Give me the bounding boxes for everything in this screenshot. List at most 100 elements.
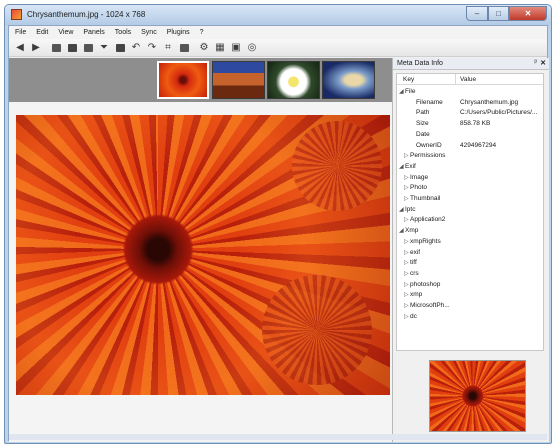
menu-plugins[interactable]: Plugins xyxy=(167,29,190,36)
fullscreen-icon[interactable]: ▣ xyxy=(230,42,242,54)
collapse-arrow-icon[interactable]: ▷ xyxy=(404,301,409,311)
grid-icon[interactable]: ▦ xyxy=(214,42,226,54)
thumbnail-chrysanthemum[interactable] xyxy=(157,61,209,99)
tree-row[interactable]: ▷ Application2 xyxy=(397,215,543,225)
collapse-arrow-icon[interactable]: ▷ xyxy=(404,290,409,300)
tree-key: crs xyxy=(410,269,419,277)
menu-help[interactable]: ? xyxy=(200,29,204,36)
tree-row[interactable]: ▷ dc xyxy=(397,312,543,322)
thumbnail-jellyfish[interactable] xyxy=(322,61,375,99)
meta-data-panel: Meta Data Info ᵖ ✕ Key Value ◢ File Filena… xyxy=(392,58,549,442)
tree-row[interactable]: ▷ Permissions xyxy=(397,151,543,161)
collapse-arrow-icon[interactable]: ▷ xyxy=(404,183,409,193)
image-viewer xyxy=(9,58,392,442)
thumbnail-strip xyxy=(9,58,392,102)
toolbar: ◀ ▶ ⏷ ↶ ↷ ⌗ ⚙ ▦ ▣ ◎ xyxy=(9,39,547,57)
collapse-arrow-icon[interactable]: ▷ xyxy=(404,237,409,247)
minimize-button[interactable]: – xyxy=(466,6,488,21)
image-preview xyxy=(429,360,526,432)
tree-row[interactable]: ▷ exif xyxy=(397,248,543,258)
tree-row[interactable]: ▷ tiff xyxy=(397,258,543,268)
resize-icon[interactable] xyxy=(178,42,190,54)
pin-icon[interactable]: ᵖ xyxy=(534,59,537,66)
tree-key: xmp xyxy=(410,291,423,299)
save-icon[interactable] xyxy=(66,42,78,54)
tree-row[interactable]: ▷ Image xyxy=(397,173,543,183)
collapse-arrow-icon[interactable]: ▷ xyxy=(404,215,409,225)
menu-view[interactable]: View xyxy=(58,29,73,36)
tree-key: exif xyxy=(410,248,421,256)
panel-title: Meta Data Info xyxy=(397,60,443,67)
tree-key: Thumbnail xyxy=(410,195,441,202)
menu-file[interactable]: File xyxy=(15,29,26,36)
main-image[interactable] xyxy=(16,115,390,395)
copy-icon[interactable] xyxy=(82,42,94,54)
tree-row[interactable]: OwnerID 4294967294 xyxy=(397,141,543,151)
forward-arrow-icon[interactable]: ▶ xyxy=(30,42,42,54)
rotate-left-icon[interactable]: ↶ xyxy=(130,42,142,54)
tree-row[interactable]: Size 858.78 KB xyxy=(397,119,543,129)
expand-arrow-icon[interactable]: ◢ xyxy=(399,162,404,172)
close-button[interactable]: ✕ xyxy=(509,6,547,21)
tree-row[interactable]: ▷ photoshop xyxy=(397,280,543,290)
maximize-button[interactable]: □ xyxy=(488,6,509,21)
crop-icon[interactable]: ⌗ xyxy=(162,42,174,54)
tree-row[interactable]: ▷ crs xyxy=(397,269,543,279)
status-bar xyxy=(9,434,547,440)
tree-row[interactable]: ▷ MicrosoftPh... xyxy=(397,301,543,311)
tree-row[interactable]: ◢ Exif xyxy=(397,162,543,172)
menu-edit[interactable]: Edit xyxy=(36,29,48,36)
tree-row[interactable]: ◢ Iptc xyxy=(397,205,543,215)
tree-row[interactable]: Filename Chrysanthemum.jpg xyxy=(397,98,543,108)
tree-header: Key Value xyxy=(397,74,543,85)
column-value[interactable]: Value xyxy=(460,76,476,83)
info-icon[interactable]: ◎ xyxy=(246,42,258,54)
tree-value: C:/Users/Public/Pictures/... xyxy=(460,109,538,117)
tree-key: Iptc xyxy=(405,205,416,213)
open-folder-icon[interactable] xyxy=(50,42,62,54)
print-icon[interactable] xyxy=(114,42,126,54)
window-title: Chrysanthemum.jpg - 1024 x 768 xyxy=(27,10,146,19)
panel-header: Meta Data Info ᵖ ✕ xyxy=(393,58,549,70)
collapse-arrow-icon[interactable]: ▷ xyxy=(404,312,409,322)
tree-row[interactable]: ▷ xmpRights xyxy=(397,237,543,247)
filter-icon[interactable]: ⏷ xyxy=(98,42,110,54)
menu-panels[interactable]: Panels xyxy=(83,29,104,36)
tree-value: 858.78 KB xyxy=(460,120,491,128)
expand-arrow-icon[interactable]: ◢ xyxy=(399,205,404,215)
expand-arrow-icon[interactable]: ◢ xyxy=(399,226,404,236)
collapse-arrow-icon[interactable]: ▷ xyxy=(404,151,409,161)
tree-row[interactable]: ▷ Photo xyxy=(397,183,543,193)
panel-close-icon[interactable]: ✕ xyxy=(540,59,546,67)
title-bar[interactable]: Chrysanthemum.jpg - 1024 x 768 – □ ✕ xyxy=(5,5,551,25)
menu-tools[interactable]: Tools xyxy=(115,29,131,36)
tree-key: File xyxy=(405,88,416,95)
collapse-arrow-icon[interactable]: ▷ xyxy=(404,173,409,183)
settings-icon[interactable]: ⚙ xyxy=(198,42,210,54)
collapse-arrow-icon[interactable]: ▷ xyxy=(404,248,409,258)
tree-key: OwnerID xyxy=(416,141,442,149)
menu-sync[interactable]: Sync xyxy=(141,29,157,36)
expand-arrow-icon[interactable]: ◢ xyxy=(399,87,404,97)
tree-row[interactable]: Path C:/Users/Public/Pictures/... xyxy=(397,108,543,118)
tree-row[interactable]: ◢ Xmp xyxy=(397,226,543,236)
column-key[interactable]: Key xyxy=(403,76,414,83)
collapse-arrow-icon[interactable]: ▷ xyxy=(404,194,409,204)
tree-row[interactable]: ▷ Thumbnail xyxy=(397,194,543,204)
tree-row[interactable]: Date xyxy=(397,130,543,140)
meta-data-tree[interactable]: Key Value ◢ File Filename Chrysanthemum.jpg… xyxy=(396,73,544,351)
tree-key: Application2 xyxy=(410,216,446,224)
tree-row[interactable]: ▷ xmp xyxy=(397,290,543,300)
collapse-arrow-icon[interactable]: ▷ xyxy=(404,258,409,268)
collapse-arrow-icon[interactable]: ▷ xyxy=(404,280,409,290)
thumbnail-desert[interactable] xyxy=(212,61,265,99)
back-arrow-icon[interactable]: ◀ xyxy=(14,42,26,54)
window-controls: – □ ✕ xyxy=(466,6,547,21)
tree-row[interactable]: ◢ File xyxy=(397,87,543,97)
tree-key: Xmp xyxy=(405,227,419,235)
tree-key: Filename xyxy=(416,98,443,106)
collapse-arrow-icon[interactable]: ▷ xyxy=(404,269,409,279)
tree-key: dc xyxy=(410,312,417,320)
rotate-right-icon[interactable]: ↷ xyxy=(146,42,158,54)
thumbnail-white-flower[interactable] xyxy=(267,61,320,99)
